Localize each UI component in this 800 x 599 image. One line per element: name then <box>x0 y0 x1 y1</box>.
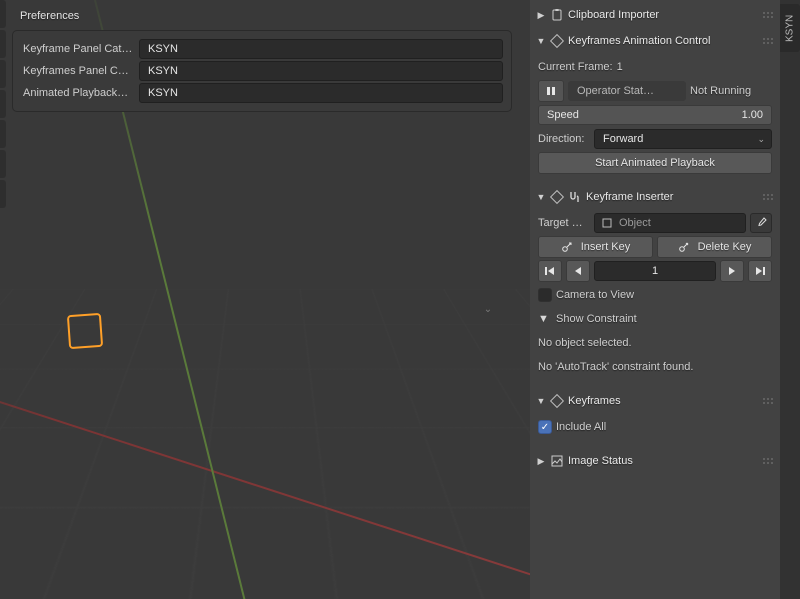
key-insert-icon <box>561 241 575 253</box>
disclosure-down-icon[interactable]: ▼ <box>536 396 546 406</box>
prev-frame-button[interactable] <box>566 260 590 282</box>
target-label: Target … <box>538 217 590 229</box>
selection-outline <box>67 313 103 349</box>
disclosure-down-icon[interactable]: ▼ <box>536 192 546 202</box>
prefs-row: Animated Playback… KSYN <box>21 83 503 103</box>
key-delete-icon <box>678 241 692 253</box>
direction-select[interactable]: Forward ⌄ <box>594 129 772 149</box>
tool-slot[interactable] <box>0 0 6 28</box>
next-frame-button[interactable] <box>720 260 744 282</box>
tool-slot[interactable] <box>0 150 6 178</box>
drag-grip-icon[interactable] <box>762 398 774 404</box>
operator-status-label: Operator Stat… <box>568 81 686 101</box>
panel-body-anim: Current Frame: 1 Operator Stat… Not Runn… <box>536 52 774 182</box>
side-tabs: KSYN <box>780 0 800 599</box>
frame-number-value: 1 <box>652 265 658 277</box>
current-frame-value: 1 <box>617 61 623 73</box>
tool-slot[interactable] <box>0 60 6 88</box>
panel-title: Clipboard Importer <box>568 9 758 21</box>
no-object-text: No object selected. <box>538 337 632 349</box>
prefs-row-label: Keyframe Panel Cat… <box>21 43 139 55</box>
side-tab-ksyn[interactable]: KSYN <box>780 4 800 52</box>
preferences-title: Preferences <box>12 4 512 30</box>
operator-status-value: Not Running <box>690 85 772 97</box>
start-playback-label: Start Animated Playback <box>595 157 715 169</box>
show-constraint-label[interactable]: Show Constraint <box>556 313 637 325</box>
prefs-row-value: KSYN <box>148 87 178 99</box>
tool-slot[interactable] <box>0 30 6 58</box>
drag-grip-icon[interactable] <box>762 12 774 18</box>
drag-grip-icon[interactable] <box>762 458 774 464</box>
viewport-3d[interactable]: Preferences Keyframe Panel Cat… KSYN Key… <box>0 0 530 599</box>
tool-slot[interactable] <box>0 180 6 208</box>
prefs-row-input[interactable]: KSYN <box>139 39 503 59</box>
keyframe-diamond-icon <box>550 34 564 48</box>
target-object-field[interactable]: Object <box>594 213 746 233</box>
eyedropper-button[interactable] <box>750 213 772 233</box>
panel-collapse-caret-icon[interactable]: ⌄ <box>478 304 498 314</box>
panel-body-inserter: Target … Object Insert Key <box>536 208 774 386</box>
direction-label: Direction: <box>538 133 590 145</box>
panel-header-clipboard[interactable]: ▶ Clipboard Importer <box>536 4 774 26</box>
chevron-down-icon: ⌄ <box>757 134 765 145</box>
side-panel: ▶ Clipboard Importer ▼ Keyframes Animati… <box>530 0 800 599</box>
panel-header-inserter[interactable]: ▼ Keyframe Inserter <box>536 186 774 208</box>
pause-button[interactable] <box>538 80 564 102</box>
current-frame-label: Current Frame: <box>538 61 613 73</box>
panel-body-keyframes: ✓ Include All <box>536 412 774 446</box>
prefs-row-label: Keyframes Panel C… <box>21 65 139 77</box>
jump-last-button[interactable] <box>748 260 772 282</box>
speed-label: Speed <box>547 109 579 121</box>
prefs-row: Keyframe Panel Cat… KSYN <box>21 39 503 59</box>
panel-title: Keyframe Inserter <box>586 191 758 203</box>
start-playback-button[interactable]: Start Animated Playback <box>538 152 772 174</box>
direction-value: Forward <box>603 133 643 145</box>
speed-value: 1.00 <box>742 109 763 121</box>
drag-grip-icon[interactable] <box>762 194 774 200</box>
prefs-row: Keyframes Panel C… KSYN <box>21 61 503 81</box>
panel-header-keyframes[interactable]: ▼ Keyframes <box>536 390 774 412</box>
insert-key-label: Insert Key <box>581 241 631 253</box>
disclosure-right-icon[interactable]: ▶ <box>536 10 546 21</box>
tool-slot[interactable] <box>0 120 6 148</box>
include-all-label: Include All <box>556 421 606 433</box>
side-tab-label: KSYN <box>785 14 796 41</box>
clipboard-icon <box>550 8 564 22</box>
object-data-icon <box>601 217 613 229</box>
panel-header-anim[interactable]: ▼ Keyframes Animation Control <box>536 30 774 52</box>
panel-title: Keyframes <box>568 395 758 407</box>
object-placeholder: Object <box>619 217 651 229</box>
include-all-checkbox[interactable]: ✓ <box>538 420 552 434</box>
preferences-panel: Preferences Keyframe Panel Cat… KSYN Key… <box>12 4 512 112</box>
panel-title: Image Status <box>568 455 758 467</box>
disclosure-down-icon[interactable]: ▼ <box>538 313 552 325</box>
prefs-row-value: KSYN <box>148 43 178 55</box>
delete-key-label: Delete Key <box>698 241 752 253</box>
panel-header-image-status[interactable]: ▶ Image Status <box>536 450 774 472</box>
disclosure-right-icon[interactable]: ▶ <box>536 456 546 467</box>
tools-icon <box>568 190 582 204</box>
delete-key-button[interactable]: Delete Key <box>657 236 772 258</box>
frame-number-field[interactable]: 1 <box>594 261 716 281</box>
tool-slot[interactable] <box>0 90 6 118</box>
camera-to-view-checkbox[interactable] <box>538 288 552 302</box>
image-icon <box>550 454 564 468</box>
speed-field[interactable]: Speed 1.00 <box>538 105 772 125</box>
prefs-row-input[interactable]: KSYN <box>139 61 503 81</box>
insert-key-button[interactable]: Insert Key <box>538 236 653 258</box>
keyframe-diamond-icon <box>550 394 564 408</box>
prefs-row-label: Animated Playback… <box>21 87 139 99</box>
drag-grip-icon[interactable] <box>762 38 774 44</box>
left-toolbar <box>0 0 6 230</box>
no-autotrack-text: No 'AutoTrack' constraint found. <box>538 361 693 373</box>
jump-first-button[interactable] <box>538 260 562 282</box>
disclosure-down-icon[interactable]: ▼ <box>536 36 546 46</box>
panel-title: Keyframes Animation Control <box>568 35 758 47</box>
prefs-row-value: KSYN <box>148 65 178 77</box>
prefs-row-input[interactable]: KSYN <box>139 83 503 103</box>
preferences-box: Keyframe Panel Cat… KSYN Keyframes Panel… <box>12 30 512 112</box>
camera-to-view-label: Camera to View <box>556 289 634 301</box>
keyframe-diamond-icon <box>550 190 564 204</box>
